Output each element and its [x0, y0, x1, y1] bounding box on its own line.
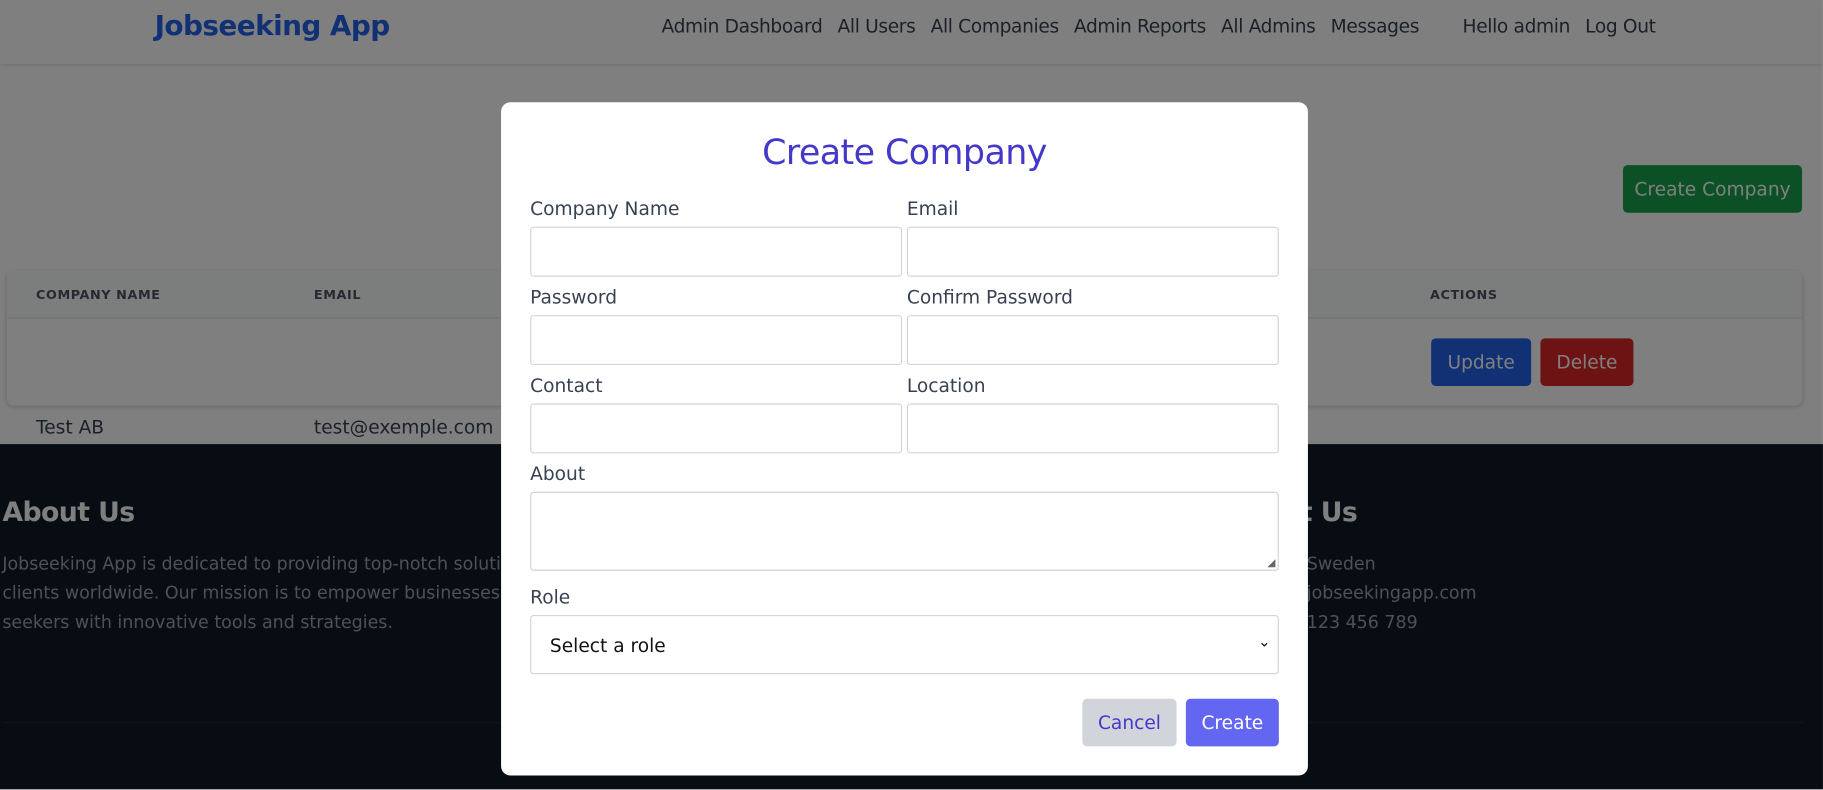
about-label: About: [530, 462, 586, 485]
create-button[interactable]: Create: [1185, 698, 1279, 747]
contact-input[interactable]: [530, 403, 903, 454]
role-select[interactable]: Select a role ⌄: [530, 615, 1279, 675]
confirm-password-input[interactable]: [906, 315, 1279, 366]
cancel-button[interactable]: Cancel: [1082, 698, 1177, 747]
email-label: Email: [906, 197, 959, 220]
role-select-value: Select a role: [549, 634, 666, 657]
role-label: Role: [530, 585, 571, 609]
modal-title: Create Company: [762, 132, 1047, 174]
password-label: Password: [530, 285, 618, 309]
resize-handle-icon[interactable]: ◢: [1267, 558, 1275, 570]
email-input[interactable]: [906, 226, 1279, 277]
create-company-modal: Create Company Company Name Email Passwo…: [501, 102, 1308, 776]
location-label: Location: [906, 374, 986, 397]
contact-label: Contact: [530, 374, 603, 397]
about-textarea[interactable]: ◢: [530, 491, 1279, 571]
chevron-down-icon: ⌄: [1258, 633, 1271, 652]
password-input[interactable]: [530, 315, 903, 366]
company-name-label: Company Name: [530, 197, 680, 220]
location-input[interactable]: [906, 403, 1279, 454]
confirm-password-label: Confirm Password: [906, 285, 1073, 309]
company-name-input[interactable]: [530, 226, 903, 277]
